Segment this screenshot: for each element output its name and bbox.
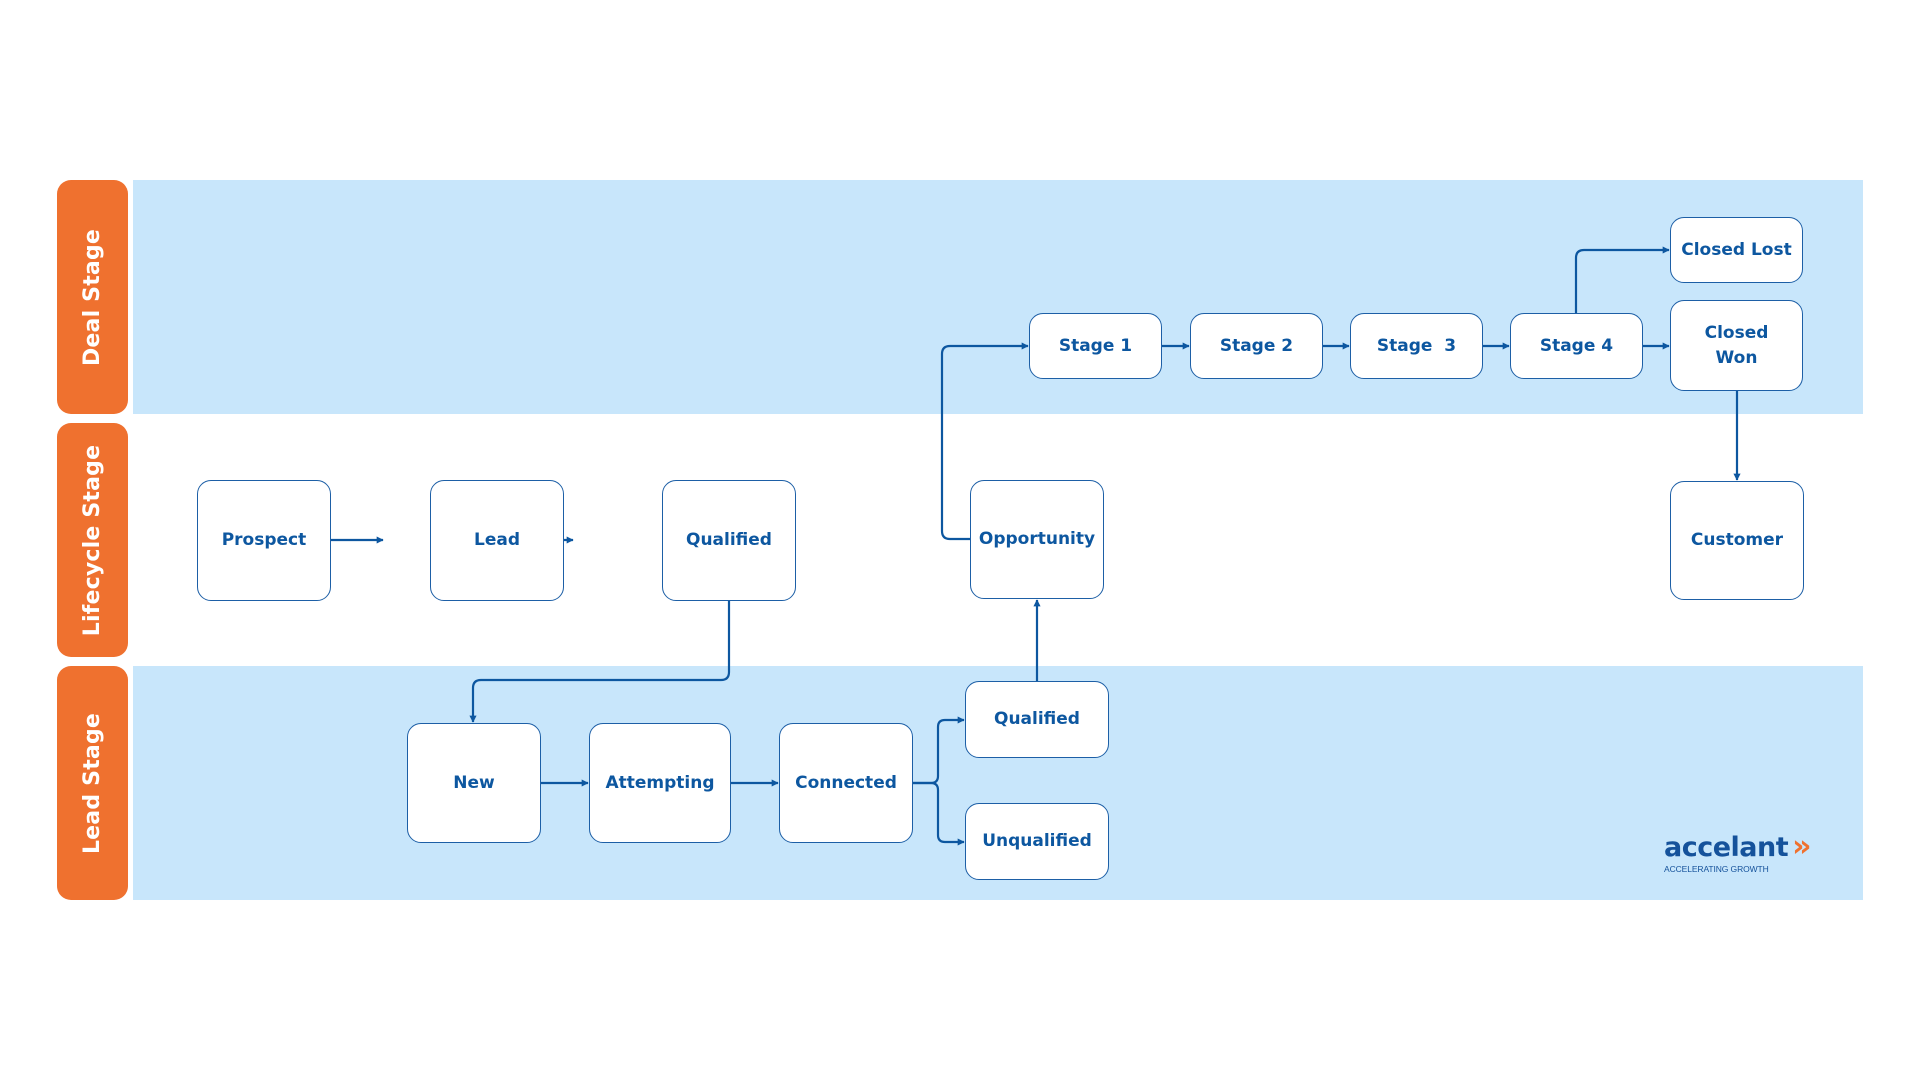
node-stage-1-text: Stage 1 (1058, 335, 1133, 356)
node-customer[interactable]: Customer (1670, 481, 1804, 600)
double-chevron-icon: » (1792, 829, 1812, 864)
node-closed-won[interactable]: Closed Won (1670, 300, 1803, 391)
node-new-text: New (453, 772, 495, 793)
node-stage-3-text: Stage 3 (1376, 335, 1457, 356)
node-closed-lost-text: Closed Lost (1681, 239, 1792, 260)
node-lead-qualified-text: Qualified (994, 709, 1080, 730)
node-customer-text: Customer (1690, 530, 1784, 551)
node-stage-4[interactable]: Stage 4 (1510, 313, 1643, 379)
lifecycle-stage-label-text: Lifecycle Stage (80, 444, 106, 636)
deal-stage-label: Deal Stage (57, 180, 128, 414)
node-stage-2-text: Stage 2 (1219, 335, 1294, 356)
node-prospect-text: Prospect (221, 530, 307, 551)
node-opportunity[interactable]: Opportunity (970, 480, 1104, 599)
node-attempting[interactable]: Attempting (589, 723, 731, 843)
node-stage-3[interactable]: Stage 3 (1350, 313, 1483, 379)
accelant-logo: accelant» ACCELERATING GROWTH (1664, 829, 1812, 874)
node-prospect[interactable]: Prospect (197, 480, 331, 601)
node-new[interactable]: New (407, 723, 541, 843)
node-unqualified-text: Unqualified (982, 831, 1092, 852)
node-unqualified[interactable]: Unqualified (965, 803, 1109, 880)
lifecycle-stage-label: Lifecycle Stage (57, 423, 128, 657)
logo-wordmark: accelant (1664, 832, 1789, 863)
node-lifecycle-qualified-text: Qualified (686, 530, 772, 551)
node-attempting-text: Attempting (605, 772, 715, 793)
deal-stage-label-text: Deal Stage (80, 228, 106, 366)
node-lead[interactable]: Lead (430, 480, 564, 601)
lead-stage-label-text: Lead Stage (80, 712, 106, 854)
node-lead-text: Lead (473, 530, 520, 551)
logo-tagline: ACCELERATING GROWTH (1664, 864, 1769, 874)
node-lifecycle-qualified[interactable]: Qualified (662, 480, 796, 601)
node-stage-4-text: Stage 4 (1539, 335, 1614, 356)
node-stage-2[interactable]: Stage 2 (1190, 313, 1323, 379)
node-connected[interactable]: Connected (779, 723, 913, 843)
lead-stage-label: Lead Stage (57, 666, 128, 900)
node-connected-text: Connected (795, 772, 897, 793)
node-stage-1[interactable]: Stage 1 (1029, 313, 1162, 379)
node-opportunity-text: Opportunity (978, 529, 1096, 550)
node-lead-qualified[interactable]: Qualified (965, 681, 1109, 758)
node-closed-won-text: Closed Won (1704, 322, 1769, 368)
node-closed-lost[interactable]: Closed Lost (1670, 217, 1803, 283)
